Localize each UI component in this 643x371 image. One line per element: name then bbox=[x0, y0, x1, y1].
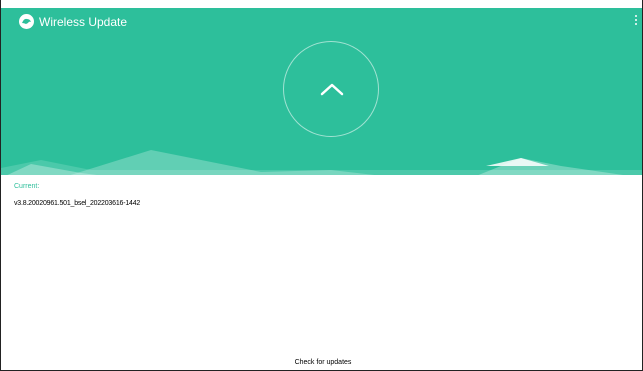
top-edge bbox=[1, 0, 642, 8]
chevron-up-icon bbox=[320, 83, 344, 96]
app-logo-icon bbox=[19, 14, 34, 29]
current-version: v3.8.20020961.501_bsel_202203616-1442 bbox=[14, 200, 141, 207]
app-title: Wireless Update bbox=[39, 15, 128, 29]
update-button[interactable] bbox=[283, 41, 379, 137]
current-label: Current: bbox=[14, 183, 40, 190]
check-for-updates-button[interactable]: Check for updates bbox=[271, 357, 375, 369]
update-hero-banner: Wireless Update bbox=[1, 0, 642, 178]
overflow-menu-icon[interactable] bbox=[633, 14, 639, 30]
mountain-decoration bbox=[1, 150, 642, 178]
app-window: Wireless Update Current: v3.8.20020961.5… bbox=[0, 0, 643, 371]
